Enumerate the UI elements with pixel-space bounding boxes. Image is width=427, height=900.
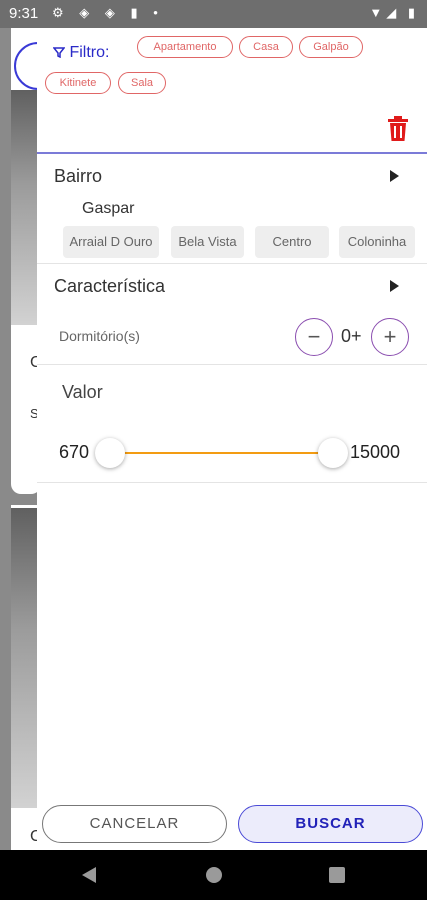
filter-chip-casa[interactable]: Casa [239,36,293,58]
valor-range-track[interactable] [109,452,334,454]
valor-max-thumb[interactable] [318,438,348,468]
background-photo [11,90,37,325]
valor-title: Valor [62,382,103,402]
filter-chip-galpao[interactable]: Galpão [299,36,363,58]
filter-drawer: Filtro: Apartamento Casa Galpão Kitinete… [37,28,427,850]
nav-home-icon[interactable] [206,867,222,883]
valor-min-value: 670 [59,442,90,462]
status-system-icons: ▼◢ ▮ [369,5,419,20]
dormitorios-value: 0+ [341,326,362,346]
dormitorios-plus-button[interactable]: + [371,318,409,356]
filter-chip-kitinete[interactable]: Kitinete [45,72,111,94]
neighborhood-chip-bela-vista[interactable]: Bela Vista [171,226,244,258]
dormitorios-minus-button[interactable]: − [295,318,333,356]
section-divider [37,482,427,483]
filter-icon [52,47,66,59]
status-bar: 9:31 ⚙ ◈ ◈ ▮ • ▼◢ ▮ [0,0,427,28]
neighborhood-chip-arraial-d-ouro[interactable]: Arraial D Ouro [63,226,159,258]
caracteristica-title: Característica [54,276,166,296]
neighborhood-chip-centro[interactable]: Centro [255,226,329,258]
status-notification-icons: ⚙ ◈ ◈ ▮ • [52,5,164,20]
filter-chip-apartamento[interactable]: Apartamento [137,36,233,58]
caracteristica-expand-icon[interactable] [390,280,399,292]
background-photo [11,508,37,808]
section-divider [37,263,427,264]
bairro-title: Bairro [54,166,103,186]
section-divider [37,364,427,365]
bairro-expand-icon[interactable] [390,170,399,182]
filter-chip-sala[interactable]: Sala [118,72,166,94]
search-button[interactable]: BUSCAR [238,805,423,843]
filter-header: Filtro: [52,44,110,62]
system-nav-bar [0,850,427,900]
valor-min-thumb[interactable] [95,438,125,468]
cancel-button[interactable]: CANCELAR [42,805,227,843]
nav-recents-icon[interactable] [329,867,345,883]
header-divider [37,152,427,154]
city-label: Gaspar [82,200,135,217]
valor-max-value: 15000 [350,442,401,462]
dormitorios-label: Dormitório(s) [59,328,140,344]
nav-back-icon[interactable] [82,867,96,883]
neighborhood-chip-coloninha[interactable]: Coloninha [339,226,415,258]
trash-icon[interactable] [387,116,409,142]
status-time: 9:31 [9,5,39,22]
filter-label: Filtro: [69,44,110,61]
